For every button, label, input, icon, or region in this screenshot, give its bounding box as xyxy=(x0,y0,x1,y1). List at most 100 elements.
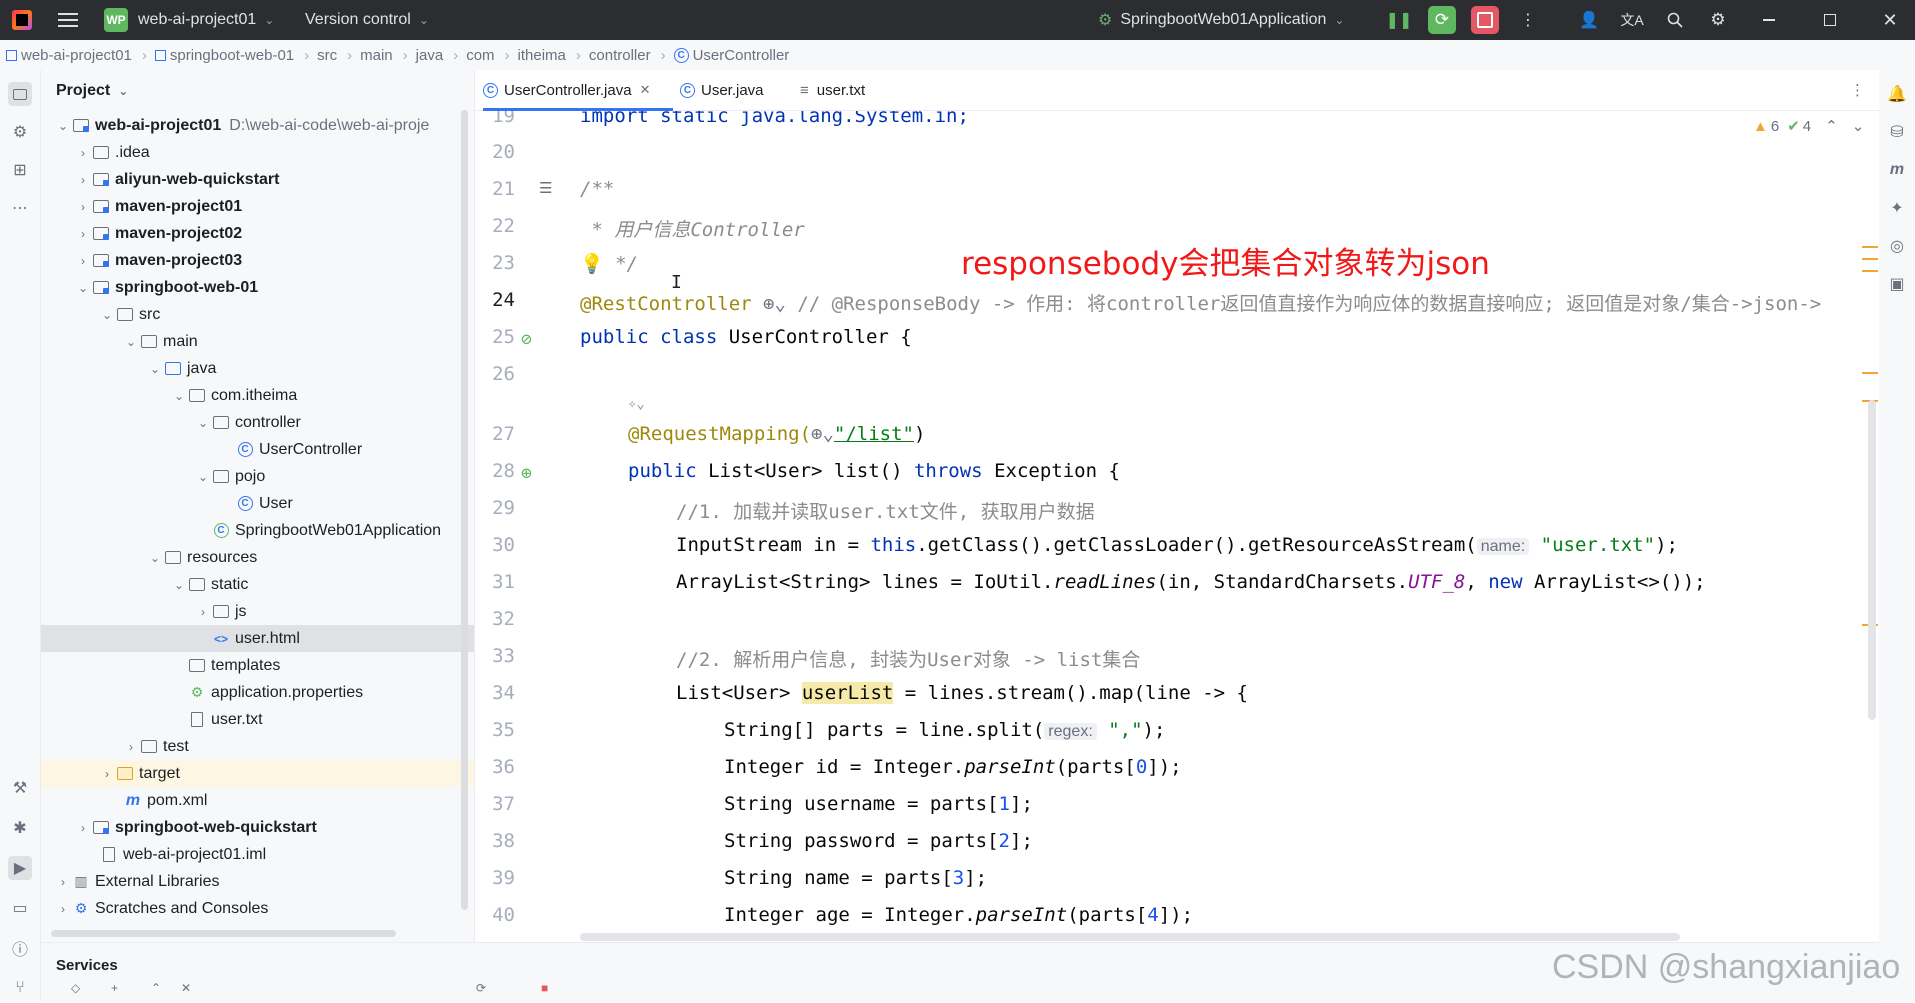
editor-horizontal-scrollbar[interactable] xyxy=(580,933,1680,941)
tree-item-package[interactable]: ⌄ com.itheima xyxy=(41,382,474,409)
breadcrumb-item-src[interactable]: src xyxy=(317,47,337,64)
chevron-down-icon[interactable]: ⌄ xyxy=(1852,117,1865,135)
add-service-icon[interactable]: + xyxy=(111,981,118,995)
restore-icon[interactable] xyxy=(1816,6,1844,34)
chevron-up-icon[interactable]: ⌃ xyxy=(1825,117,1838,135)
tree-item-static[interactable]: ⌄ static xyxy=(41,571,474,598)
structure-icon[interactable]: ⊞ xyxy=(8,158,32,182)
tab-user-java[interactable]: C User.java xyxy=(680,70,764,110)
tree-item-external-libraries[interactable]: › ▥ External Libraries xyxy=(41,868,474,895)
tree-item-main[interactable]: ⌄ main xyxy=(41,328,474,355)
more-actions-icon[interactable]: ⋮ xyxy=(1514,6,1542,34)
user-icon[interactable]: 👤 xyxy=(1575,6,1603,34)
globe-icon[interactable]: ⊕⌄ xyxy=(752,293,798,315)
notifications-icon[interactable]: 🔔 xyxy=(1885,82,1909,106)
problems-icon[interactable]: ⓘ xyxy=(8,936,32,960)
endpoint-icon[interactable]: ⊕ xyxy=(521,463,532,484)
close-icon[interactable]: ✕ xyxy=(181,981,191,995)
close-window-icon[interactable]: ✕ xyxy=(1876,6,1904,34)
breadcrumb-item-module[interactable]: springboot-web-01 xyxy=(154,47,294,64)
minimize-icon[interactable] xyxy=(1755,6,1783,34)
tree-item-properties-file[interactable]: ⚙ application.properties xyxy=(41,679,474,706)
main-menu-icon[interactable] xyxy=(58,0,78,40)
project-vertical-scrollbar[interactable] xyxy=(461,110,468,910)
commit-icon[interactable]: ⚙ xyxy=(8,120,32,144)
tree-item-java[interactable]: ⌄ java xyxy=(41,355,474,382)
build-icon[interactable]: ⚒ xyxy=(8,776,32,800)
settings-gear-icon[interactable]: ⚙ xyxy=(1704,6,1732,34)
more-tools-icon[interactable]: ⋯ xyxy=(8,196,32,220)
database-icon[interactable]: ⛁ xyxy=(1885,120,1909,144)
tree-item-scratches[interactable]: › ⚙ Scratches and Consoles xyxy=(41,895,474,922)
tree-item-package[interactable]: ⌄ controller xyxy=(41,409,474,436)
tree-item-iml[interactable]: web-ai-project01.iml xyxy=(41,841,474,868)
tab-user-controller[interactable]: C UserController.java ✕ xyxy=(483,70,673,111)
breadcrumb-item-class[interactable]: C UserController xyxy=(673,47,789,64)
tree-item-module[interactable]: › maven-project03 xyxy=(41,247,474,274)
project-panel-header[interactable]: Project ⌄ xyxy=(56,82,128,100)
tab-options-icon[interactable]: ⋮ xyxy=(1850,70,1865,110)
tree-item-class[interactable]: C UserController xyxy=(41,436,474,463)
tree-item-js[interactable]: › js xyxy=(41,598,474,625)
services-icon[interactable]: ▶ xyxy=(8,856,32,880)
close-icon[interactable]: ✕ xyxy=(640,82,651,98)
breadcrumb-item-com[interactable]: com xyxy=(466,47,494,64)
warning-stripe[interactable] xyxy=(1862,270,1878,272)
stop-icon[interactable]: ■ xyxy=(541,981,548,995)
search-icon[interactable] xyxy=(1661,6,1689,34)
stop-icon[interactable] xyxy=(1471,6,1499,34)
pause-icon[interactable]: ❚❚ xyxy=(1385,6,1413,34)
tree-item-root[interactable]: ⌄ web-ai-project01 D:\web-ai-code\web-ai… xyxy=(41,112,474,139)
tree-item-src[interactable]: ⌄ src xyxy=(41,301,474,328)
tree-item-class[interactable]: C SpringbootWeb01Application xyxy=(41,517,474,544)
breadcrumb-item-main[interactable]: main xyxy=(360,47,393,64)
tree-item-test[interactable]: › test xyxy=(41,733,474,760)
breadcrumb-item-root[interactable]: web-ai-project01 xyxy=(6,47,132,64)
breadcrumb-item-java[interactable]: java xyxy=(416,47,444,64)
rerun-icon[interactable]: ⟳ xyxy=(476,981,486,995)
tree-item-module[interactable]: › springboot-web-quickstart xyxy=(41,814,474,841)
warning-stripe[interactable] xyxy=(1862,258,1878,260)
debug-icon[interactable]: ✱ xyxy=(8,816,32,840)
project-switcher[interactable]: WP web-ai-project01 ⌄ xyxy=(104,0,274,40)
tree-item-pom[interactable]: m pom.xml xyxy=(41,787,474,814)
breadcrumb-item-controller[interactable]: controller xyxy=(589,47,651,64)
tree-item-class[interactable]: C User xyxy=(41,490,474,517)
bookmarks-icon[interactable]: ▣ xyxy=(1885,272,1909,296)
tree-item-idea[interactable]: › .idea xyxy=(41,139,474,166)
translate-icon[interactable]: 文A xyxy=(1618,6,1646,34)
lightbulb-icon[interactable]: 💡 xyxy=(580,253,604,275)
tree-item-target[interactable]: › target xyxy=(41,760,474,787)
globe-icon[interactable]: ⊕⌄ xyxy=(811,423,834,445)
tab-user-txt[interactable]: ≡ user.txt xyxy=(800,70,865,110)
expand-icon[interactable]: ◇ xyxy=(71,981,80,995)
tree-item-module[interactable]: › aliyun-web-quickstart xyxy=(41,166,474,193)
ai-hint-icon[interactable]: ✧⌄ xyxy=(628,396,645,412)
warning-stripe[interactable] xyxy=(1862,372,1878,374)
inspection-widget[interactable]: ▲ 6 ✔ 4 ⌃ ⌄ xyxy=(1753,117,1865,136)
tree-item-module[interactable]: ⌄ springboot-web-01 xyxy=(41,274,474,301)
bean-icon[interactable]: ⊘ xyxy=(521,329,532,350)
tree-item-package[interactable]: ⌄ pojo xyxy=(41,463,474,490)
tree-item-templates[interactable]: templates xyxy=(41,652,474,679)
git-icon[interactable]: ⑂ xyxy=(8,976,32,1000)
terminal-icon[interactable]: ▭ xyxy=(8,896,32,920)
run-config-selector[interactable]: ⚙ SpringbootWeb01Application ⌄ xyxy=(1098,0,1344,40)
rerun-icon[interactable]: ⟳ xyxy=(1428,6,1456,34)
vcs-menu[interactable]: Version control ⌄ xyxy=(305,0,429,40)
copilot-icon[interactable]: ◎ xyxy=(1885,234,1909,258)
doc-render-icon[interactable]: ☰ xyxy=(539,179,552,197)
editor-vertical-scrollbar[interactable] xyxy=(1868,400,1876,720)
tree-item-text-file[interactable]: user.txt xyxy=(41,706,474,733)
code-editor[interactable]: ▲ 6 ✔ 4 ⌃ ⌄ 19 20 21 22 23 24 25 26 27 2… xyxy=(475,111,1879,942)
maven-icon[interactable]: m xyxy=(1885,158,1909,182)
tree-item-module[interactable]: › maven-project02 xyxy=(41,220,474,247)
project-folder-icon[interactable] xyxy=(8,82,32,106)
collapse-icon[interactable]: ⌃ xyxy=(151,981,161,995)
tree-item-module[interactable]: › maven-project01 xyxy=(41,193,474,220)
ai-assistant-icon[interactable]: ✦ xyxy=(1885,196,1909,220)
tree-item-html-file[interactable]: <> user.html xyxy=(41,625,474,652)
project-horizontal-scrollbar[interactable] xyxy=(51,930,396,937)
tree-item-resources[interactable]: ⌄ resources xyxy=(41,544,474,571)
app-logo-icon[interactable] xyxy=(12,0,32,40)
